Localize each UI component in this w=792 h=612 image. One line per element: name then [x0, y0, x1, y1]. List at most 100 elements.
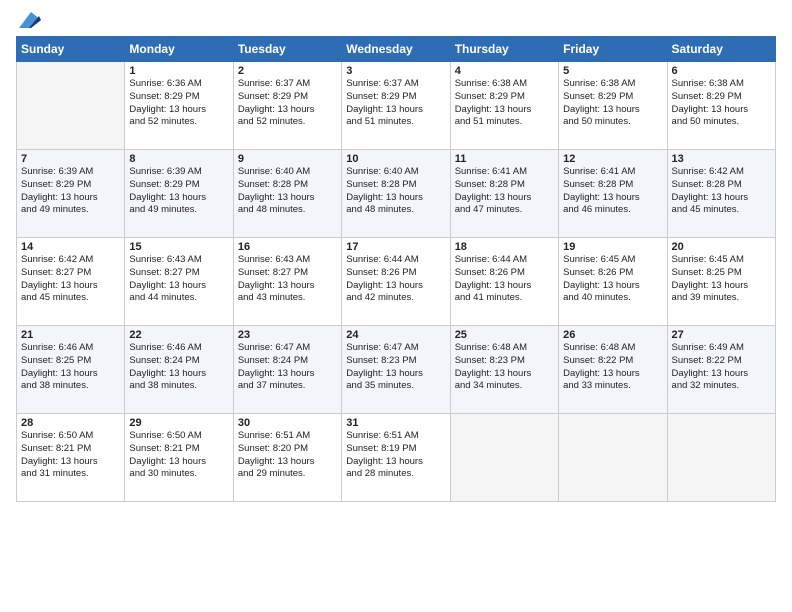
info-line: Daylight: 13 hours — [346, 192, 445, 205]
day-number: 7 — [21, 153, 120, 165]
column-header-saturday: Saturday — [667, 37, 775, 62]
calendar-cell: 4Sunrise: 6:38 AMSunset: 8:29 PMDaylight… — [450, 62, 558, 150]
calendar-cell: 19Sunrise: 6:45 AMSunset: 8:26 PMDayligh… — [559, 238, 667, 326]
info-line: Sunrise: 6:37 AM — [346, 78, 445, 91]
info-line: Daylight: 13 hours — [346, 104, 445, 117]
info-line: Daylight: 13 hours — [563, 280, 662, 293]
column-header-wednesday: Wednesday — [342, 37, 450, 62]
cell-info: Sunrise: 6:48 AMSunset: 8:23 PMDaylight:… — [455, 342, 554, 393]
info-line: Sunrise: 6:43 AM — [238, 254, 337, 267]
cell-info: Sunrise: 6:42 AMSunset: 8:28 PMDaylight:… — [672, 166, 771, 217]
info-line: and 51 minutes. — [346, 116, 445, 129]
info-line: Daylight: 13 hours — [129, 104, 228, 117]
info-line: Sunrise: 6:41 AM — [563, 166, 662, 179]
info-line: Daylight: 13 hours — [238, 456, 337, 469]
cell-info: Sunrise: 6:41 AMSunset: 8:28 PMDaylight:… — [563, 166, 662, 217]
info-line: and 43 minutes. — [238, 292, 337, 305]
column-header-thursday: Thursday — [450, 37, 558, 62]
info-line: and 52 minutes. — [238, 116, 337, 129]
info-line: Sunrise: 6:48 AM — [455, 342, 554, 355]
info-line: Sunset: 8:26 PM — [455, 267, 554, 280]
day-number: 28 — [21, 417, 120, 429]
calendar-cell: 24Sunrise: 6:47 AMSunset: 8:23 PMDayligh… — [342, 326, 450, 414]
info-line: and 44 minutes. — [129, 292, 228, 305]
info-line: Sunrise: 6:38 AM — [672, 78, 771, 91]
calendar-cell — [450, 414, 558, 502]
info-line: Sunset: 8:28 PM — [238, 179, 337, 192]
calendar-cell: 1Sunrise: 6:36 AMSunset: 8:29 PMDaylight… — [125, 62, 233, 150]
info-line: Sunset: 8:27 PM — [238, 267, 337, 280]
calendar-cell: 27Sunrise: 6:49 AMSunset: 8:22 PMDayligh… — [667, 326, 775, 414]
cell-info: Sunrise: 6:50 AMSunset: 8:21 PMDaylight:… — [21, 430, 120, 481]
cell-info: Sunrise: 6:47 AMSunset: 8:23 PMDaylight:… — [346, 342, 445, 393]
day-number: 5 — [563, 65, 662, 77]
calendar-cell: 21Sunrise: 6:46 AMSunset: 8:25 PMDayligh… — [17, 326, 125, 414]
cell-info: Sunrise: 6:36 AMSunset: 8:29 PMDaylight:… — [129, 78, 228, 129]
day-number: 9 — [238, 153, 337, 165]
info-line: Sunrise: 6:40 AM — [346, 166, 445, 179]
info-line: Sunset: 8:29 PM — [563, 91, 662, 104]
info-line: and 28 minutes. — [346, 468, 445, 481]
info-line: Sunset: 8:24 PM — [129, 355, 228, 368]
info-line: Sunrise: 6:38 AM — [563, 78, 662, 91]
calendar-cell — [17, 62, 125, 150]
day-number: 17 — [346, 241, 445, 253]
cell-info: Sunrise: 6:37 AMSunset: 8:29 PMDaylight:… — [346, 78, 445, 129]
info-line: Sunset: 8:27 PM — [21, 267, 120, 280]
cell-info: Sunrise: 6:46 AMSunset: 8:24 PMDaylight:… — [129, 342, 228, 393]
day-number: 18 — [455, 241, 554, 253]
info-line: Daylight: 13 hours — [21, 368, 120, 381]
calendar-cell: 3Sunrise: 6:37 AMSunset: 8:29 PMDaylight… — [342, 62, 450, 150]
logo — [16, 16, 41, 26]
header-row: SundayMondayTuesdayWednesdayThursdayFrid… — [17, 37, 776, 62]
info-line: Daylight: 13 hours — [455, 368, 554, 381]
info-line: and 45 minutes. — [21, 292, 120, 305]
info-line: Daylight: 13 hours — [238, 368, 337, 381]
cell-info: Sunrise: 6:46 AMSunset: 8:25 PMDaylight:… — [21, 342, 120, 393]
day-number: 1 — [129, 65, 228, 77]
day-number: 8 — [129, 153, 228, 165]
day-number: 19 — [563, 241, 662, 253]
info-line: and 37 minutes. — [238, 380, 337, 393]
info-line: Sunrise: 6:49 AM — [672, 342, 771, 355]
info-line: Sunrise: 6:45 AM — [563, 254, 662, 267]
info-line: Sunset: 8:22 PM — [563, 355, 662, 368]
info-line: Sunset: 8:24 PM — [238, 355, 337, 368]
info-line: and 47 minutes. — [455, 204, 554, 217]
info-line: Daylight: 13 hours — [21, 192, 120, 205]
info-line: and 34 minutes. — [455, 380, 554, 393]
cell-info: Sunrise: 6:40 AMSunset: 8:28 PMDaylight:… — [346, 166, 445, 217]
info-line: and 33 minutes. — [563, 380, 662, 393]
cell-info: Sunrise: 6:45 AMSunset: 8:26 PMDaylight:… — [563, 254, 662, 305]
calendar-cell: 15Sunrise: 6:43 AMSunset: 8:27 PMDayligh… — [125, 238, 233, 326]
info-line: Sunrise: 6:50 AM — [21, 430, 120, 443]
info-line: and 46 minutes. — [563, 204, 662, 217]
info-line: Sunrise: 6:47 AM — [346, 342, 445, 355]
info-line: Sunrise: 6:39 AM — [21, 166, 120, 179]
cell-info: Sunrise: 6:38 AMSunset: 8:29 PMDaylight:… — [563, 78, 662, 129]
cell-info: Sunrise: 6:50 AMSunset: 8:21 PMDaylight:… — [129, 430, 228, 481]
info-line: Sunrise: 6:38 AM — [455, 78, 554, 91]
day-number: 31 — [346, 417, 445, 429]
info-line: and 48 minutes. — [238, 204, 337, 217]
info-line: Daylight: 13 hours — [455, 104, 554, 117]
info-line: Sunrise: 6:47 AM — [238, 342, 337, 355]
info-line: and 49 minutes. — [129, 204, 228, 217]
info-line: Sunrise: 6:45 AM — [672, 254, 771, 267]
week-row-2: 7Sunrise: 6:39 AMSunset: 8:29 PMDaylight… — [17, 150, 776, 238]
info-line: Sunset: 8:26 PM — [346, 267, 445, 280]
info-line: Sunrise: 6:37 AM — [238, 78, 337, 91]
info-line: Sunrise: 6:46 AM — [21, 342, 120, 355]
day-number: 14 — [21, 241, 120, 253]
column-header-monday: Monday — [125, 37, 233, 62]
cell-info: Sunrise: 6:37 AMSunset: 8:29 PMDaylight:… — [238, 78, 337, 129]
calendar-cell: 6Sunrise: 6:38 AMSunset: 8:29 PMDaylight… — [667, 62, 775, 150]
day-number: 26 — [563, 329, 662, 341]
info-line: and 49 minutes. — [21, 204, 120, 217]
day-number: 20 — [672, 241, 771, 253]
info-line: Daylight: 13 hours — [672, 368, 771, 381]
cell-info: Sunrise: 6:41 AMSunset: 8:28 PMDaylight:… — [455, 166, 554, 217]
logo-icon — [19, 12, 41, 28]
info-line: and 39 minutes. — [672, 292, 771, 305]
cell-info: Sunrise: 6:38 AMSunset: 8:29 PMDaylight:… — [672, 78, 771, 129]
